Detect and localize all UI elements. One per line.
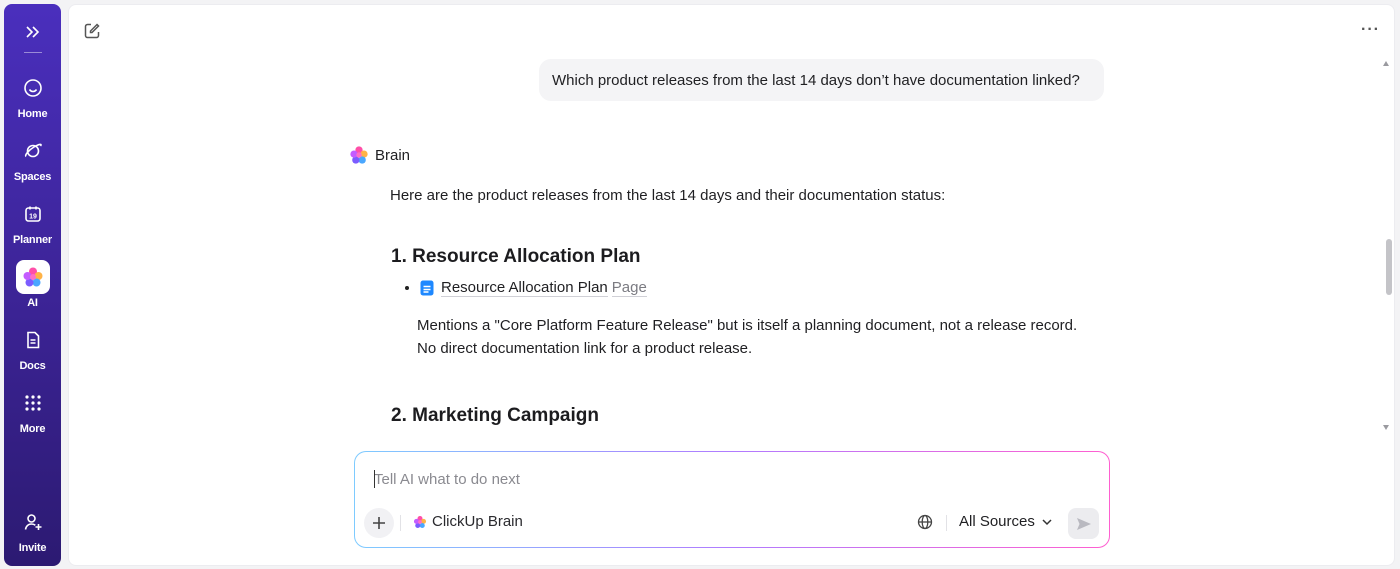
sources-dropdown[interactable]: All Sources	[959, 513, 1053, 530]
sidebar-item-label: Home	[17, 108, 48, 120]
divider	[400, 515, 401, 531]
globe-icon[interactable]	[917, 514, 935, 532]
chevron-down-icon	[1042, 518, 1052, 525]
sidebar-item-label: Docs	[19, 360, 46, 372]
sidebar-item-invite[interactable]: Invite	[4, 505, 61, 554]
brain-logo-icon	[413, 515, 427, 528]
calendar-icon: 19	[16, 197, 50, 231]
scrollbar-thumb[interactable]	[1386, 239, 1392, 295]
sidebar-item-more[interactable]: More	[4, 386, 61, 435]
assistant-header: Brain	[349, 145, 410, 165]
doc-link-item[interactable]: Resource Allocation Plan Page	[405, 279, 647, 297]
divider	[946, 515, 947, 531]
sidebar-item-docs[interactable]: Docs	[4, 323, 61, 372]
page-icon	[420, 280, 434, 296]
user-message: Which product releases from the last 14 …	[539, 59, 1104, 101]
model-label: ClickUp Brain	[432, 513, 523, 530]
assistant-name: Brain	[375, 146, 411, 164]
text-caret	[374, 470, 375, 488]
more-horizontal-icon[interactable]: ···	[1361, 21, 1380, 39]
sidebar-item-label: Invite	[18, 542, 47, 554]
composer: ClickUp Brain All Sources	[354, 451, 1110, 548]
prompt-input[interactable]	[374, 468, 1074, 490]
section-heading: 1. Resource Allocation Plan	[391, 246, 641, 267]
doc-link-title[interactable]: Resource Allocation Plan	[441, 279, 608, 297]
sidebar-item-spaces[interactable]: Spaces	[4, 134, 61, 183]
send-button[interactable]	[1068, 508, 1099, 539]
sidebar: Home Spaces 19 Planner AI Docs More Invi…	[4, 4, 61, 566]
send-icon	[1076, 517, 1091, 530]
new-chat-icon[interactable]	[83, 22, 103, 42]
home-icon	[16, 71, 50, 105]
sidebar-item-home[interactable]: Home	[4, 71, 61, 120]
sidebar-item-ai[interactable]: AI	[4, 260, 61, 309]
bullet	[405, 286, 409, 290]
grid-dots-icon	[16, 386, 50, 420]
double-chevron-right-icon[interactable]	[21, 22, 45, 42]
section-body-line: Mentions a "Core Platform Feature Releas…	[417, 317, 1078, 334]
sidebar-item-label: Planner	[13, 234, 52, 246]
assistant-intro: Here are the product releases from the l…	[390, 187, 946, 204]
section-body: Mentions a "Core Platform Feature Releas…	[417, 314, 1107, 360]
sidebar-item-label: Spaces	[13, 171, 52, 183]
model-selector[interactable]: ClickUp Brain	[413, 513, 523, 530]
sources-label: All Sources	[959, 513, 1035, 530]
section-heading: 2. Marketing Campaign	[391, 405, 599, 426]
brain-logo-icon	[350, 146, 368, 164]
composer-box: ClickUp Brain All Sources	[355, 452, 1109, 547]
doc-link-type: Page	[611, 279, 647, 297]
add-user-icon	[16, 505, 50, 539]
scroll-down-arrow[interactable]	[1383, 425, 1389, 430]
svg-text:19: 19	[29, 214, 37, 221]
user-message-text: Which product releases from the last 14 …	[552, 71, 1080, 89]
chat-panel: ··· Which product releases from the last…	[68, 4, 1395, 566]
sidebar-item-label: More	[19, 423, 46, 435]
planet-icon	[16, 134, 50, 168]
section-body-line: No direct documentation link for a produ…	[417, 340, 753, 357]
add-attachment-button[interactable]	[364, 508, 394, 538]
sidebar-item-planner[interactable]: 19 Planner	[4, 197, 61, 246]
doc-icon	[16, 323, 50, 357]
ai-brain-icon	[15, 260, 50, 294]
scroll-up-arrow[interactable]	[1383, 61, 1389, 66]
sidebar-divider	[23, 52, 42, 53]
plus-icon	[373, 517, 385, 529]
sidebar-item-label: AI	[27, 297, 38, 309]
